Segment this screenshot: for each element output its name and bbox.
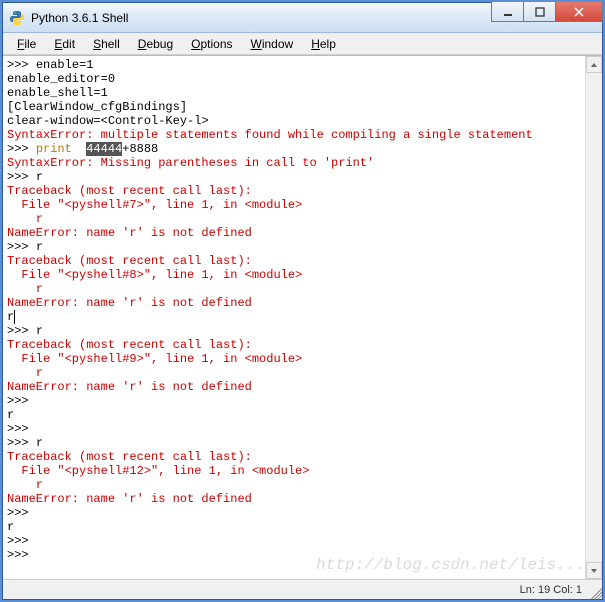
- scroll-down-button[interactable]: [586, 562, 602, 579]
- statusbar: Ln: 19 Col: 1: [3, 579, 602, 599]
- maximize-button[interactable]: [523, 2, 555, 22]
- shell-line: >>>: [7, 534, 581, 548]
- shell-line: >>> r: [7, 240, 581, 254]
- app-window: Python 3.6.1 Shell FileEditShellDebugOpt…: [2, 2, 603, 600]
- shell-line: File "<pyshell#12>", line 1, in <module>: [7, 464, 581, 478]
- menu-edit[interactable]: Edit: [46, 35, 83, 53]
- vertical-scrollbar[interactable]: [585, 56, 602, 579]
- shell-line: clear-window=<Control-Key-l>: [7, 114, 581, 128]
- shell-line: NameError: name 'r' is not defined: [7, 492, 581, 506]
- shell-line: r: [7, 212, 581, 226]
- shell-line: NameError: name 'r' is not defined: [7, 296, 581, 310]
- shell-line: r: [7, 520, 581, 534]
- python-icon: [9, 10, 25, 26]
- shell-line: NameError: name 'r' is not defined: [7, 226, 581, 240]
- menu-debug[interactable]: Debug: [130, 35, 181, 53]
- shell-line: >>> enable=1: [7, 58, 581, 72]
- window-controls: [491, 2, 603, 22]
- shell-line: r: [7, 478, 581, 492]
- cursor-position: Ln: 19 Col: 1: [520, 584, 582, 596]
- shell-line: SyntaxError: Missing parentheses in call…: [7, 156, 581, 170]
- shell-line: Traceback (most recent call last):: [7, 450, 581, 464]
- shell-line: >>>: [7, 422, 581, 436]
- shell-line: Traceback (most recent call last):: [7, 184, 581, 198]
- shell-output[interactable]: >>> enable=1enable_editor=0enable_shell=…: [3, 56, 585, 579]
- menu-shell[interactable]: Shell: [85, 35, 128, 53]
- shell-line: [ClearWindow_cfgBindings]: [7, 100, 581, 114]
- shell-line: >>> r: [7, 436, 581, 450]
- close-button[interactable]: [555, 2, 603, 22]
- shell-line: >>>: [7, 394, 581, 408]
- shell-line: File "<pyshell#7>", line 1, in <module>: [7, 198, 581, 212]
- shell-line: r: [7, 408, 581, 422]
- shell-line: Traceback (most recent call last):: [7, 338, 581, 352]
- shell-line: r: [7, 366, 581, 380]
- shell-line: >>>: [7, 506, 581, 520]
- menu-window[interactable]: Window: [243, 35, 302, 53]
- shell-line: >>>: [7, 548, 581, 562]
- scroll-track[interactable]: [586, 73, 602, 562]
- window-title: Python 3.6.1 Shell: [31, 11, 491, 25]
- shell-line: SyntaxError: multiple statements found w…: [7, 128, 581, 142]
- shell-line: enable_editor=0: [7, 72, 581, 86]
- shell-line: r: [7, 310, 581, 324]
- resize-grip-icon[interactable]: [588, 585, 602, 599]
- shell-line: >>> r: [7, 324, 581, 338]
- shell-line: >>> print 44444+8888: [7, 142, 581, 156]
- titlebar[interactable]: Python 3.6.1 Shell: [3, 3, 602, 33]
- shell-line: Traceback (most recent call last):: [7, 254, 581, 268]
- shell-line: >>> r: [7, 170, 581, 184]
- menu-file[interactable]: File: [9, 35, 44, 53]
- menu-options[interactable]: Options: [183, 35, 240, 53]
- shell-line: r: [7, 282, 581, 296]
- minimize-button[interactable]: [491, 2, 523, 22]
- menubar: FileEditShellDebugOptionsWindowHelp: [3, 33, 602, 55]
- menu-help[interactable]: Help: [303, 35, 344, 53]
- scroll-up-button[interactable]: [586, 56, 602, 73]
- shell-line: NameError: name 'r' is not defined: [7, 380, 581, 394]
- shell-line: File "<pyshell#9>", line 1, in <module>: [7, 352, 581, 366]
- shell-line: enable_shell=1: [7, 86, 581, 100]
- shell-line: File "<pyshell#8>", line 1, in <module>: [7, 268, 581, 282]
